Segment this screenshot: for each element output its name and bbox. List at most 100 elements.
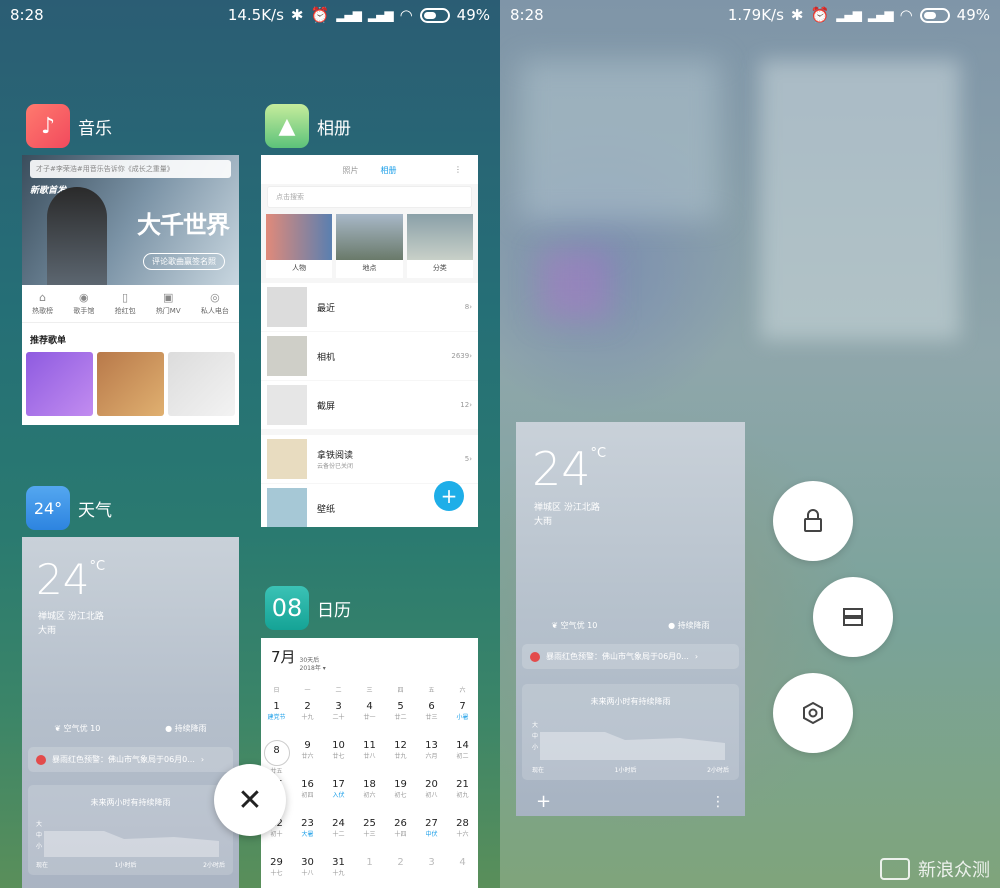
location: 禅城区 汾江北路 (38, 612, 104, 622)
split-screen-button[interactable] (813, 577, 893, 657)
rain-status[interactable]: ● 持续降雨 (668, 620, 710, 631)
banner-comment-button[interactable]: 评论歌曲赢签名照 (143, 253, 225, 270)
calendar-day[interactable]: 4 廿一 (354, 698, 385, 737)
playlist-tile[interactable] (26, 352, 93, 416)
category-image (336, 214, 403, 260)
calendar-day[interactable]: 2 十九 (292, 698, 323, 737)
calendar-icon: 08 (265, 586, 309, 630)
weekday-label: 一 (304, 686, 311, 694)
calendar-day[interactable]: 23 大暑 (292, 815, 323, 854)
weather-alert[interactable]: 暴雨红色预警：佛山市气象局于06月0... › (522, 644, 739, 669)
calendar-day[interactable]: 19 初七 (385, 776, 416, 815)
calendar-day[interactable]: 18 初六 (354, 776, 385, 815)
category-image (406, 214, 473, 260)
more-icon[interactable]: ⋮ (454, 165, 462, 174)
category-types[interactable]: 分类 (406, 214, 473, 278)
calendar-day[interactable]: 29 十七 (261, 854, 292, 888)
calendar-day[interactable]: 4 (447, 854, 478, 888)
weather-app-header[interactable]: 24° 天气 (26, 486, 112, 530)
lock-app-button[interactable] (773, 481, 853, 561)
calendar-app-header[interactable]: 08 日历 (265, 586, 351, 630)
calendar-day[interactable]: 1 (354, 854, 385, 888)
calendar-day[interactable]: 26 十四 (385, 815, 416, 854)
air-quality[interactable]: ❦ 空气优 10 (54, 723, 100, 734)
calendar-day[interactable]: 6 廿三 (416, 698, 447, 737)
calendar-day[interactable]: 3 (416, 854, 447, 888)
calendar-day[interactable]: 20 初八 (416, 776, 447, 815)
calendar-day[interactable]: 21 初九 (447, 776, 478, 815)
chevron-right-icon: › (469, 303, 472, 311)
calendar-day[interactable]: 12 廿九 (385, 737, 416, 776)
weather-app-card[interactable]: 24°C 禅城区 汾江北路 大雨 ❦ 空气优 10 ● 持续降雨 暴雨红色预警：… (22, 537, 239, 888)
weather-alert[interactable]: 暴雨红色预警：佛山市气象局于06月0... › (28, 747, 233, 772)
playlist-tile[interactable] (168, 352, 235, 416)
more-options-button[interactable]: ⋮ (711, 794, 725, 810)
tab-photos[interactable]: 照片 (343, 165, 359, 176)
calendar-day[interactable]: 1 建党节 (261, 698, 292, 737)
recent-apps-screen-right: 8:28 1.79K/s ✱ ⏰ ▂▄▆ ▂▄▆ ◠ 49% 24°C 禅城区 … (500, 0, 1000, 888)
music-nav-item[interactable]: ▣ 热门MV (156, 291, 181, 316)
music-banner[interactable]: 才子#李荣浩#用音乐告诉你《成长之重量》 新歌首发 大千世界 评论歌曲赢签名照 (22, 155, 239, 285)
bluetooth-icon: ✱ (290, 6, 304, 24)
rain-status[interactable]: ● 持续降雨 (165, 723, 207, 734)
app-settings-button[interactable] (773, 673, 853, 753)
category-people[interactable]: 人物 (266, 214, 333, 278)
gallery-search[interactable]: 点击搜索 (267, 186, 472, 208)
precipitation-forecast[interactable]: 未来两小时有持续降雨 大中小 现在 1小时后 2小时后 (28, 785, 233, 875)
music-search-bar[interactable]: 才子#李荣浩#用音乐告诉你《成长之重量》 (30, 160, 231, 178)
calendar-day[interactable]: 3 二十 (323, 698, 354, 737)
tab-albums[interactable]: 相册 (381, 165, 397, 176)
drop-icon: ● (165, 724, 175, 733)
music-nav-item[interactable]: ◎ 私人电台 (201, 291, 229, 316)
calendar-day[interactable]: 2 (385, 854, 416, 888)
precipitation-forecast[interactable]: 未来两小时有持续降雨 大中小 现在 1小时后 2小时后 (522, 684, 739, 780)
calendar-day[interactable]: 7 小暑 (447, 698, 478, 737)
music-nav-item[interactable]: ▯ 抢红包 (115, 291, 136, 316)
gallery-app-card[interactable]: 照片 相册 ⋮ 点击搜索 人物 地点 分类 最近 8 › 相机 2639 › 截屏 1… (261, 155, 478, 527)
add-city-button[interactable]: + (536, 791, 551, 812)
calendar-day[interactable]: 10 廿七 (323, 737, 354, 776)
album-row[interactable]: 相机 2639 › (261, 332, 478, 380)
calendar-day[interactable]: 27 中伏 (416, 815, 447, 854)
album-row[interactable]: 最近 8 › (261, 283, 478, 331)
calendar-day[interactable]: 13 六月 (416, 737, 447, 776)
red-packet-icon: ▯ (122, 291, 129, 304)
calendar-app-card[interactable]: 7月 30天后 2018年 ▾ 日 一 二 三 四 五 六 1 建党节 2 十九 3 二十 4 廿一 5 廿二 6 廿… (261, 638, 478, 888)
weekday-label: 六 (459, 686, 466, 694)
calendar-day[interactable]: 30 十八 (292, 854, 323, 888)
signal-icon-2: ▂▄▆ (367, 8, 394, 22)
calendar-day[interactable]: 24 十二 (323, 815, 354, 854)
weekday-label: 五 (428, 686, 435, 694)
gallery-app-header[interactable]: ▲ 相册 (265, 104, 351, 148)
music-nav-item[interactable]: ⌂ 热歌榜 (32, 291, 53, 316)
weather-app-card-focused[interactable]: 24°C 禅城区 汾江北路 大雨 ❦ 空气优 10 ● 持续降雨 暴雨红色预警：… (516, 422, 745, 816)
calendar-day[interactable]: 9 廿六 (292, 737, 323, 776)
close-all-button[interactable]: ✕ (214, 764, 286, 836)
calendar-day[interactable]: 5 廿二 (385, 698, 416, 737)
status-icons: 14.5K/s ✱ ⏰ ▂▄▆ ▂▄▆ ◠ 49% (228, 6, 490, 24)
category-places[interactable]: 地点 (336, 214, 403, 278)
calendar-day[interactable]: 16 初四 (292, 776, 323, 815)
album-row[interactable]: 拿铁阅读 云备份已关闭 5 › (261, 435, 478, 483)
forecast-title: 未来两小时有持续降雨 (90, 798, 171, 807)
music-nav-item[interactable]: ◉ 歌手馆 (73, 291, 94, 316)
settings-icon (803, 701, 823, 725)
rain-chart (540, 732, 725, 760)
music-note-icon: ♪ (26, 104, 70, 148)
calendar-day[interactable]: 28 十六 (447, 815, 478, 854)
air-quality[interactable]: ❦ 空气优 10 (551, 620, 597, 631)
signal-icon: ▂▄▆ (836, 8, 862, 22)
calendar-day[interactable]: 25 十三 (354, 815, 385, 854)
calendar-day[interactable]: 14 初二 (447, 737, 478, 776)
album-thumb (267, 488, 307, 527)
music-app-card[interactable]: 才子#李荣浩#用音乐告诉你《成长之重量》 新歌首发 大千世界 评论歌曲赢签名照 … (22, 155, 239, 425)
recent-apps-screen-left: 8:28 14.5K/s ✱ ⏰ ▂▄▆ ▂▄▆ ◠ 49% ♪ 音乐 才子#李… (0, 0, 500, 888)
calendar-meta[interactable]: 30天后 2018年 ▾ (300, 657, 326, 673)
calendar-day[interactable]: 17 入伏 (323, 776, 354, 815)
calendar-day[interactable]: 31 十九 (323, 854, 354, 888)
playlist-tile[interactable] (97, 352, 164, 416)
calendar-day[interactable]: 11 廿八 (354, 737, 385, 776)
music-app-header[interactable]: ♪ 音乐 (26, 104, 112, 148)
add-album-button[interactable]: + (434, 481, 464, 511)
album-row[interactable]: 截屏 12 › (261, 381, 478, 429)
